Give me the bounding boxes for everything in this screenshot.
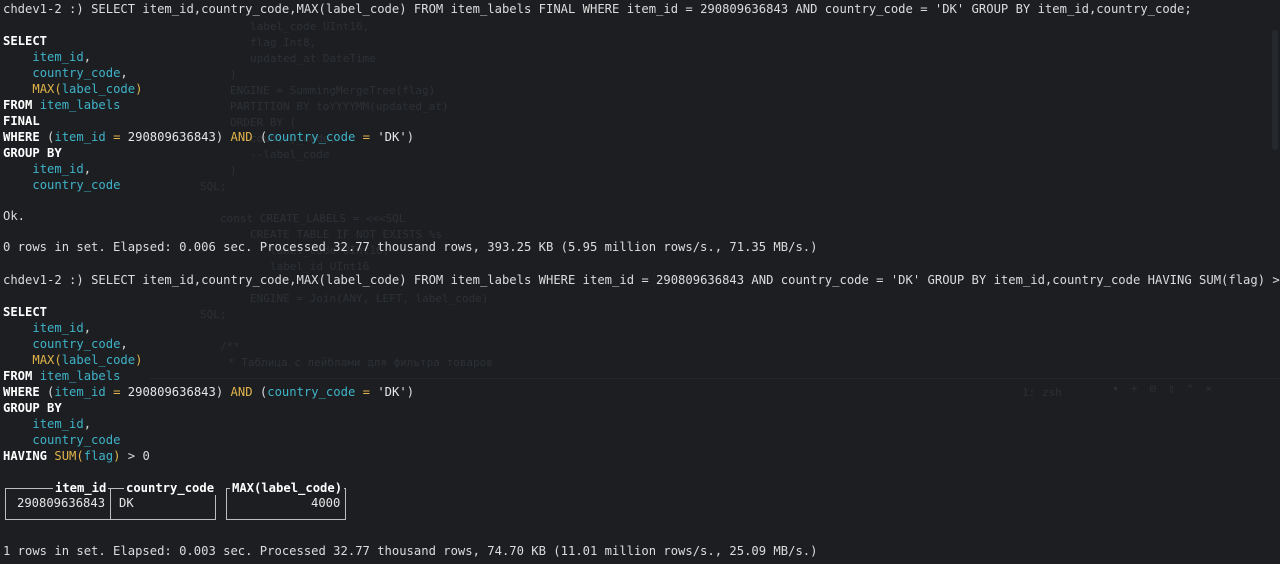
ghost-line: --label_code: [250, 148, 330, 161]
sql-identifier: item_id: [54, 130, 106, 144]
sql-string: 'DK': [377, 130, 407, 144]
sql-identifier: item_id: [54, 385, 106, 399]
ghost-line: ENGINE = Join(ANY, LEFT, label_code): [250, 292, 489, 305]
result-cell: 290809636843: [17, 496, 106, 510]
sql-identifier: country_code: [32, 337, 121, 351]
sql-identifier: item_id: [32, 50, 84, 64]
sql-line: item_id,: [32, 321, 92, 335]
sql-line: GROUP BY: [3, 400, 62, 416]
result-cell: DK: [119, 496, 134, 510]
ghost-line: PARTITION BY toYYYYMM(updated_at): [230, 100, 449, 113]
sql-line: FINAL: [3, 113, 40, 129]
sql-keyword: FROM: [3, 369, 33, 383]
result-header: MAX(label_code): [230, 481, 345, 495]
sql-line: country_code,: [32, 66, 128, 80]
sql-string: 'DK': [377, 385, 407, 399]
ghost-line: ): [230, 68, 237, 81]
sql-keyword: GROUP BY: [3, 401, 62, 415]
sql-line: FROM item_labels: [3, 97, 120, 113]
sql-function: MAX: [32, 82, 55, 96]
sql-line: GROUP BY: [3, 145, 62, 161]
sql-number: 290809636843: [127, 130, 216, 144]
sql-line: MAX(label_code): [32, 82, 143, 96]
sql-line: MAX(label_code): [32, 353, 143, 367]
sql-keyword: HAVING: [3, 449, 48, 463]
sql-identifier: item_id: [32, 321, 84, 335]
sql-line: country_code: [3, 177, 120, 193]
ghost-panel-icons: ▾+⊟▯⌃×: [1112, 382, 1224, 395]
ghost-line: ORDER BY (: [230, 116, 297, 129]
result-cell: 4000: [311, 496, 341, 510]
sql-line: WHERE (item_id = 290809636843) AND (coun…: [3, 130, 415, 144]
command-text: SELECT item_id,country_code,MAX(label_co…: [91, 2, 1192, 16]
sql-line: FROM item_labels: [3, 368, 120, 384]
sql-keyword: FROM: [3, 98, 33, 112]
ghost-line: ENGINE = SummingMergeTree(flag): [230, 84, 436, 97]
sql-keyword: SELECT: [3, 34, 48, 48]
sql-identifier: item_id: [32, 417, 84, 431]
sql-identifier: country_code: [32, 433, 121, 447]
sql-identifier: country_code: [267, 130, 356, 144]
sql-line: SELECT: [3, 33, 47, 49]
query-stats: 0 rows in set. Elapsed: 0.006 sec. Proce…: [3, 240, 818, 254]
query-stats: 1 rows in set. Elapsed: 0.003 sec. Proce…: [3, 544, 818, 558]
sql-identifier: flag: [83, 449, 114, 463]
sql-function: MAX: [32, 353, 55, 367]
sql-line: item_id,: [32, 50, 92, 64]
sql-identifier: item_id: [32, 162, 84, 176]
ghost-line: const CREATE_LABELS = <<<SQL: [220, 212, 406, 225]
sql-keyword: WHERE: [3, 385, 40, 399]
ghost-line: /**: [220, 340, 240, 353]
ghost-line: ): [230, 164, 237, 177]
sql-comparison: > 0: [127, 449, 150, 463]
sql-line: country_code,: [32, 337, 128, 351]
ghost-scrollbar: [1272, 30, 1278, 150]
ok-message: Ok.: [3, 209, 26, 223]
sql-keyword: AND: [230, 130, 253, 144]
ghost-line: label_code UInt16,: [250, 20, 370, 33]
command-line-2: chdev1-2 :) SELECT item_id,country_code,…: [3, 272, 1280, 288]
ghost-panel-tab: 1: zsh: [1022, 386, 1062, 399]
sql-keyword: AND: [230, 385, 253, 399]
result-header: country_code: [124, 481, 217, 495]
prompt: chdev1-2 :): [3, 2, 92, 16]
sql-line: item_id,: [32, 417, 92, 431]
result-header: item_id: [53, 481, 109, 495]
command-text: SELECT item_id,country_code,MAX(label_co…: [91, 273, 1280, 287]
command-line-1: chdev1-2 :) SELECT item_id,country_code,…: [3, 1, 1192, 17]
sql-line: country_code: [3, 432, 120, 448]
ghost-line: SQL;: [200, 180, 227, 193]
sql-identifier: country_code: [267, 385, 356, 399]
sql-keyword: WHERE: [3, 130, 40, 144]
sql-identifier: label_code: [61, 82, 136, 96]
sql-line: WHERE (item_id = 290809636843) AND (coun…: [3, 385, 415, 399]
sql-function: SUM: [54, 449, 77, 463]
sql-identifier: country_code: [32, 178, 121, 192]
sql-line: HAVING SUM(flag) > 0: [3, 449, 150, 463]
ghost-line: * Таблица с лейблами для фильтра товаров: [228, 356, 493, 369]
sql-keyword: FINAL: [3, 114, 40, 128]
sql-keyword: SELECT: [3, 305, 48, 319]
ghost-line: SQL;: [200, 308, 227, 321]
sql-identifier: label_code: [61, 353, 136, 367]
ghost-line: updated_at DateTime: [250, 52, 376, 65]
sql-number: 290809636843: [127, 385, 216, 399]
sql-identifier: item_labels: [39, 369, 121, 383]
sql-keyword: GROUP BY: [3, 146, 62, 160]
sql-identifier: item_labels: [39, 98, 121, 112]
sql-line: item_id,: [32, 162, 92, 176]
ghost-line: flag Int8,: [250, 36, 317, 49]
sql-line: SELECT: [3, 304, 47, 320]
sql-identifier: country_code: [32, 66, 121, 80]
prompt: chdev1-2 :): [3, 273, 92, 287]
